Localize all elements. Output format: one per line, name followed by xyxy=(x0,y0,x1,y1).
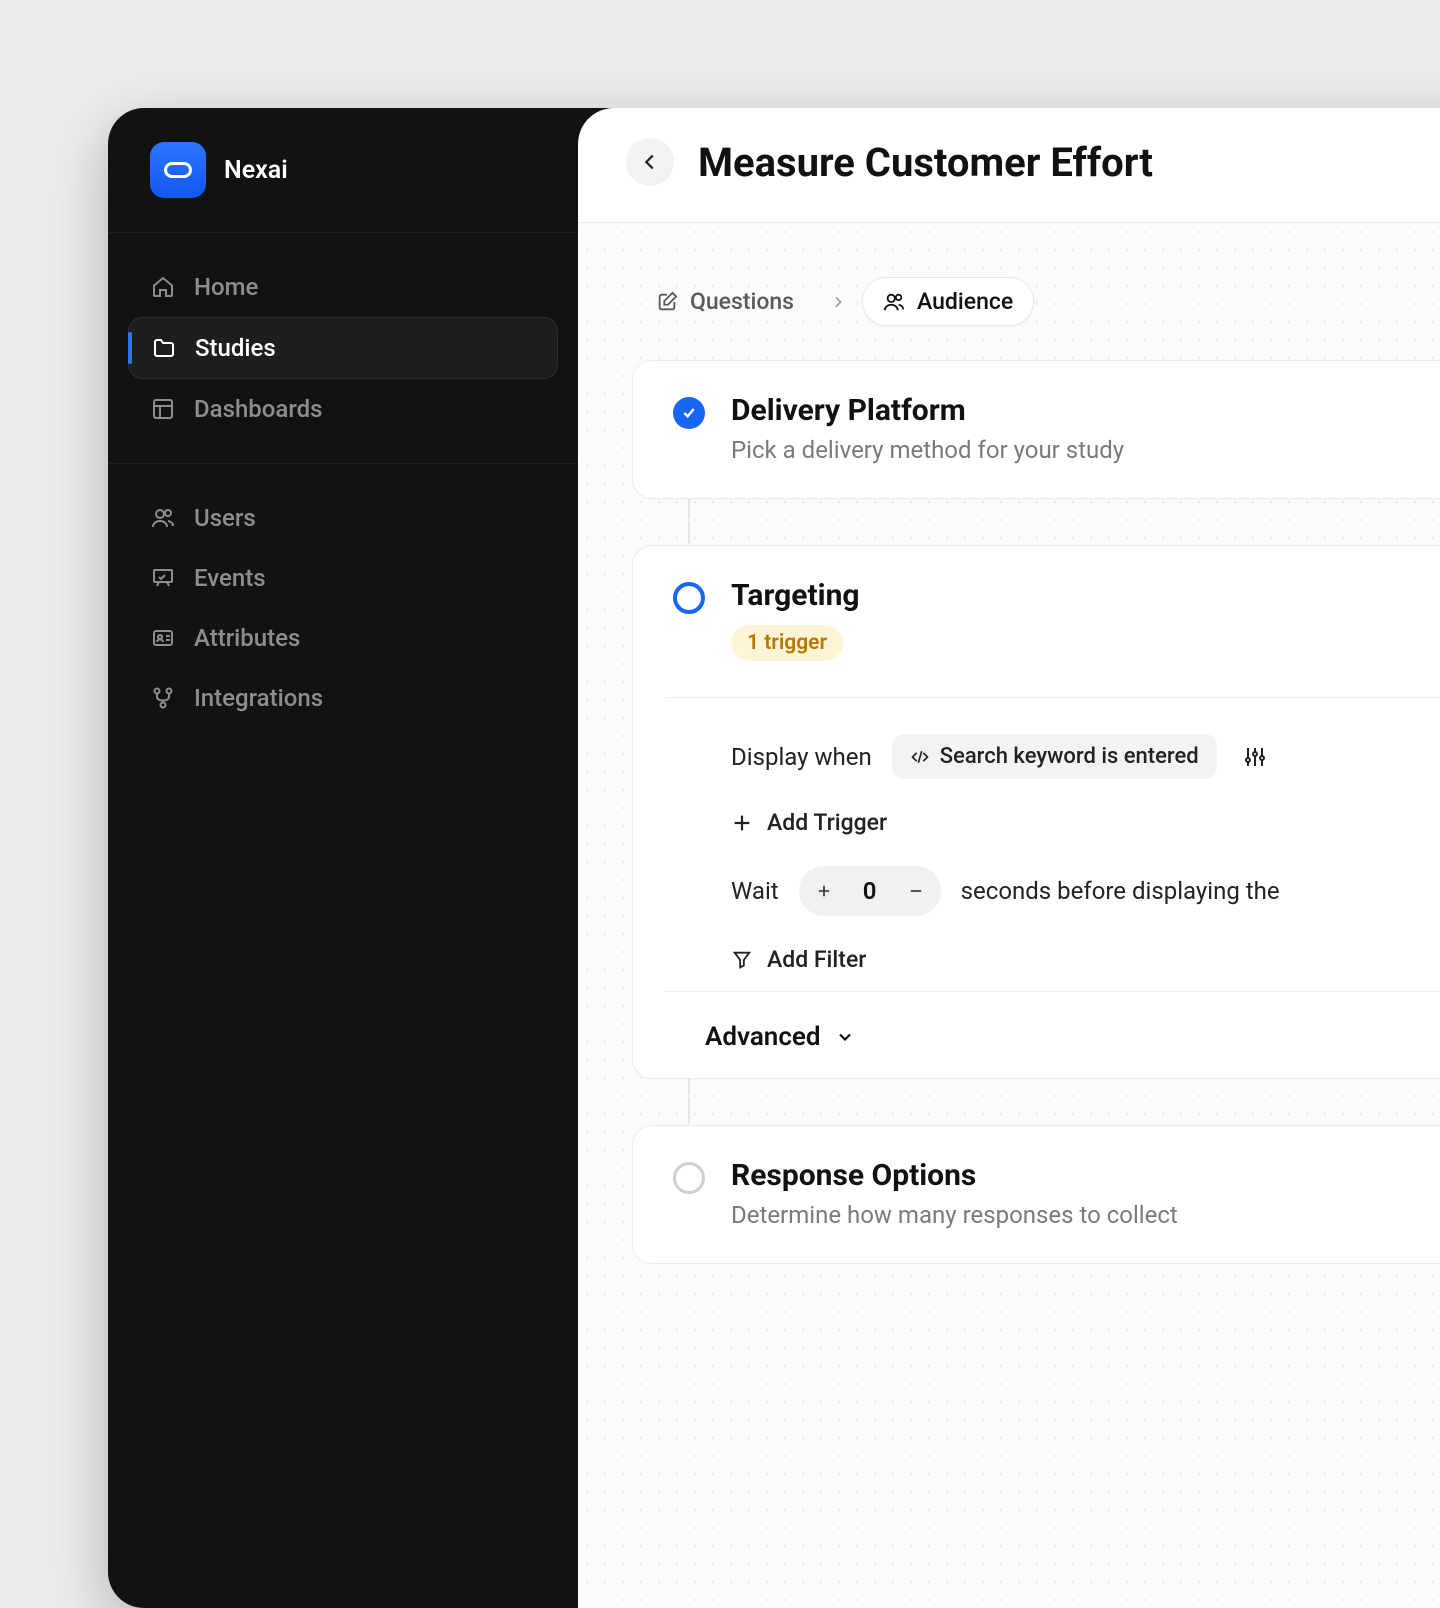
trigger-chip[interactable]: Search keyword is entered xyxy=(892,734,1217,779)
header: Measure Customer Effort xyxy=(578,108,1440,223)
card-delivery-platform[interactable]: Delivery Platform Pick a delivery method… xyxy=(632,360,1440,499)
decrement-button[interactable] xyxy=(895,870,937,912)
sidebar-item-home[interactable]: Home xyxy=(128,257,558,317)
increment-button[interactable] xyxy=(803,870,845,912)
sliders-icon xyxy=(1243,745,1267,769)
trigger-chip-label: Search keyword is entered xyxy=(940,744,1199,769)
sidebar-item-attributes[interactable]: Attributes xyxy=(128,608,558,668)
tab-label: Audience xyxy=(917,288,1013,315)
tabs: Questions Audience xyxy=(632,277,1440,326)
edit-icon xyxy=(656,291,678,313)
page-title: Measure Customer Effort xyxy=(698,139,1153,186)
wait-suffix: seconds before displaying the xyxy=(961,877,1280,905)
back-button[interactable] xyxy=(626,138,674,186)
advanced-toggle[interactable]: Advanced xyxy=(665,991,1440,1052)
users-icon xyxy=(883,291,905,313)
content: Questions Audience Delivery Platform Pic… xyxy=(578,223,1440,1608)
targeting-content: Display when Search keyword is entered xyxy=(665,697,1440,973)
status-pending-icon xyxy=(673,1162,705,1194)
add-filter-button[interactable]: Add Filter xyxy=(731,946,866,973)
chevron-down-icon xyxy=(835,1027,855,1047)
card-subtitle: Determine how many responses to collect xyxy=(731,1201,1440,1229)
add-filter-row: Add Filter xyxy=(731,946,1440,973)
card-title: Targeting xyxy=(731,578,1440,613)
arrow-left-icon xyxy=(639,151,661,173)
folder-icon xyxy=(151,335,177,361)
brand: Nexai xyxy=(108,108,578,233)
sidebar-item-dashboards[interactable]: Dashboards xyxy=(128,379,558,439)
advanced-label: Advanced xyxy=(705,1022,821,1052)
wait-stepper: 0 xyxy=(799,866,941,916)
add-trigger-button[interactable]: Add Trigger xyxy=(731,809,887,836)
sidebar-item-events[interactable]: Events xyxy=(128,548,558,608)
plus-icon xyxy=(731,812,753,834)
nav-group-main: Home Studies Dashboards xyxy=(108,233,578,464)
sidebar-item-label: Events xyxy=(194,564,266,592)
card-body: Delivery Platform Pick a delivery method… xyxy=(731,393,1440,464)
branch-icon xyxy=(150,685,176,711)
sidebar-item-label: Home xyxy=(194,273,258,301)
display-when-row: Display when Search keyword is entered xyxy=(731,734,1440,779)
display-when-label: Display when xyxy=(731,743,872,771)
card-body: Targeting 1 trigger Display when Search … xyxy=(731,578,1440,1052)
users-icon xyxy=(150,505,176,531)
sidebar: Nexai Home Studies Dashboards xyxy=(108,108,578,1608)
wait-row: Wait 0 seconds before displaying t xyxy=(731,866,1440,916)
main-panel: Measure Customer Effort Questions Audien… xyxy=(578,108,1440,1608)
minus-icon xyxy=(907,882,925,900)
sidebar-item-studies[interactable]: Studies xyxy=(128,317,558,379)
trigger-settings-button[interactable] xyxy=(1237,739,1273,775)
layout-icon xyxy=(150,396,176,422)
nav-group-secondary: Users Events Attributes Integrations xyxy=(108,464,578,752)
card-title: Delivery Platform xyxy=(731,393,1440,428)
sidebar-item-label: Integrations xyxy=(194,684,323,712)
wait-label: Wait xyxy=(731,877,779,905)
brand-logo-icon xyxy=(164,162,192,178)
id-icon xyxy=(150,625,176,651)
sidebar-item-users[interactable]: Users xyxy=(128,488,558,548)
app-window: Nexai Home Studies Dashboards xyxy=(108,108,1440,1608)
sidebar-item-label: Attributes xyxy=(194,624,300,652)
status-done-icon xyxy=(673,397,705,429)
wait-value: 0 xyxy=(845,877,895,905)
card-subtitle: Pick a delivery method for your study xyxy=(731,436,1440,464)
chevron-right-icon xyxy=(830,294,846,310)
sidebar-item-label: Users xyxy=(194,504,256,532)
card-targeting: Targeting 1 trigger Display when Search … xyxy=(632,545,1440,1079)
sidebar-item-label: Studies xyxy=(195,334,276,362)
card-title: Response Options xyxy=(731,1158,1440,1193)
card-response-options[interactable]: Response Options Determine how many resp… xyxy=(632,1125,1440,1264)
plus-icon xyxy=(815,882,833,900)
code-icon xyxy=(910,747,930,767)
sidebar-item-integrations[interactable]: Integrations xyxy=(128,668,558,728)
status-active-icon xyxy=(673,582,705,614)
card-body: Response Options Determine how many resp… xyxy=(731,1158,1440,1229)
tab-label: Questions xyxy=(690,288,794,315)
trigger-count-badge: 1 trigger xyxy=(731,625,843,661)
home-icon xyxy=(150,274,176,300)
sidebar-item-label: Dashboards xyxy=(194,395,322,423)
tab-questions[interactable]: Questions xyxy=(636,278,814,325)
tab-audience[interactable]: Audience xyxy=(862,277,1034,326)
add-trigger-row: Add Trigger xyxy=(731,809,1440,836)
add-trigger-label: Add Trigger xyxy=(767,809,887,836)
add-filter-label: Add Filter xyxy=(767,946,866,973)
presentation-icon xyxy=(150,565,176,591)
brand-name: Nexai xyxy=(224,156,288,185)
filter-icon xyxy=(731,949,753,971)
brand-logo xyxy=(150,142,206,198)
